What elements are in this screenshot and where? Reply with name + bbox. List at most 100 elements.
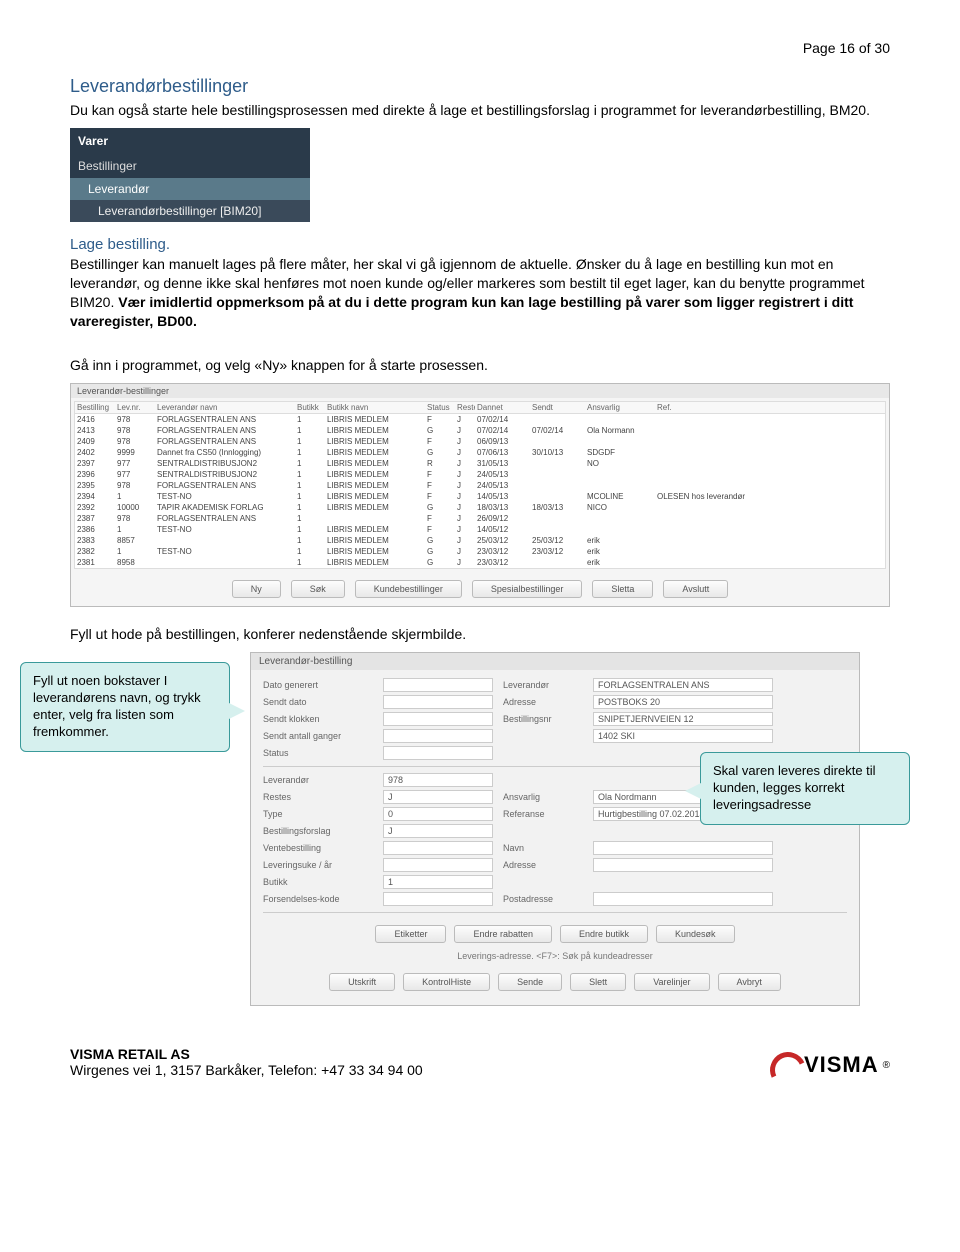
col-header: Dannet bbox=[475, 402, 530, 413]
form-value[interactable]: SNIPETJERNVEIEN 12 bbox=[593, 712, 773, 726]
form-title: Leverandør-bestilling bbox=[251, 653, 859, 670]
form-value[interactable] bbox=[593, 892, 773, 906]
order-form-screenshot: Leverandør-bestilling Dato generertLever… bbox=[250, 652, 860, 1006]
table-row[interactable]: 2409978FORLAGSENTRALEN ANS1LIBRIS MEDLEM… bbox=[75, 436, 885, 447]
col-header: Ref. bbox=[655, 402, 755, 413]
form-value[interactable]: FORLAGSENTRALEN ANS bbox=[593, 678, 773, 692]
form-label: Leveringsuke / år bbox=[263, 860, 373, 870]
table-title: Leverandør-bestillinger bbox=[71, 384, 889, 398]
footer-address: Wirgenes vei 1, 3157 Barkåker, Telefon: … bbox=[70, 1062, 423, 1078]
table-row[interactable]: 24029999Dannet fra CS50 (Innlogging)1LIB… bbox=[75, 447, 885, 458]
form-button[interactable]: Kundesøk bbox=[656, 925, 735, 943]
table-row[interactable]: 2416978FORLAGSENTRALEN ANS1LIBRIS MEDLEM… bbox=[75, 414, 885, 425]
nav-leverandor: Leverandør bbox=[70, 178, 310, 200]
nav-menu-screenshot: Varer Bestillinger Leverandør Leverandør… bbox=[70, 128, 310, 222]
form-button[interactable]: Endre rabatten bbox=[454, 925, 552, 943]
table-row[interactable]: 2396977SENTRALDISTRIBUSJON21LIBRIS MEDLE… bbox=[75, 469, 885, 480]
form-label: Type bbox=[263, 809, 373, 819]
form-button[interactable]: Varelinjer bbox=[634, 973, 709, 991]
table-button[interactable]: Kundebestillinger bbox=[355, 580, 462, 598]
col-header: Rester bbox=[455, 402, 475, 413]
form-value[interactable]: J bbox=[383, 790, 493, 804]
table-row[interactable]: 2395978FORLAGSENTRALEN ANS1LIBRIS MEDLEM… bbox=[75, 480, 885, 491]
form-label: Ansvarlig bbox=[503, 792, 583, 802]
table-row[interactable]: 23941TEST-NO1LIBRIS MEDLEMFJ14/05/13MCOL… bbox=[75, 491, 885, 502]
form-label: Forsendelses-kode bbox=[263, 894, 373, 904]
page-footer: VISMA RETAIL AS Wirgenes vei 1, 3157 Bar… bbox=[70, 1046, 890, 1078]
page-number: Page 16 of 30 bbox=[70, 40, 890, 56]
table-row[interactable]: 2413978FORLAGSENTRALEN ANS1LIBRIS MEDLEM… bbox=[75, 425, 885, 436]
form-value[interactable] bbox=[383, 892, 493, 906]
form-button[interactable]: Etiketter bbox=[375, 925, 446, 943]
table-button[interactable]: Søk bbox=[291, 580, 345, 598]
form-value[interactable] bbox=[383, 729, 493, 743]
intro-paragraph: Du kan også starte hele bestillingsprose… bbox=[70, 101, 890, 120]
form-label: Bestillingsnr bbox=[503, 714, 583, 724]
form-button[interactable]: Endre butikk bbox=[560, 925, 648, 943]
nav-varer: Varer bbox=[70, 128, 310, 154]
form-label: Referanse bbox=[503, 809, 583, 819]
col-header: Status bbox=[425, 402, 455, 413]
form-value[interactable]: 978 bbox=[383, 773, 493, 787]
table-row[interactable]: 238189581LIBRIS MEDLEMGJ23/03/12erik bbox=[75, 557, 885, 568]
form-label: Adresse bbox=[503, 860, 583, 870]
form-value[interactable] bbox=[383, 712, 493, 726]
form-value[interactable] bbox=[383, 841, 493, 855]
col-header: Butikk bbox=[295, 402, 325, 413]
form-value[interactable] bbox=[383, 858, 493, 872]
table-row[interactable]: 2387978FORLAGSENTRALEN ANS1FJ26/09/12 bbox=[75, 513, 885, 524]
form-value[interactable] bbox=[593, 858, 773, 872]
form-label: Leverandør bbox=[263, 775, 373, 785]
form-label: Restes bbox=[263, 792, 373, 802]
section-title: Leverandørbestillinger bbox=[70, 76, 890, 97]
table-row[interactable]: 23821TEST-NO1LIBRIS MEDLEMGJ23/03/1223/0… bbox=[75, 546, 885, 557]
form-button[interactable]: Sende bbox=[498, 973, 562, 991]
table-header: BestillingLev.nr.Leverandør navnButikkBu… bbox=[75, 402, 885, 414]
col-header: Leverandør navn bbox=[155, 402, 295, 413]
form-value[interactable]: J bbox=[383, 824, 493, 838]
table-button[interactable]: Avslutt bbox=[663, 580, 728, 598]
form-button[interactable]: Avbryt bbox=[718, 973, 781, 991]
form-button[interactable]: Slett bbox=[570, 973, 626, 991]
col-header: Sendt bbox=[530, 402, 585, 413]
orders-table-screenshot: Leverandør-bestillinger BestillingLev.nr… bbox=[70, 383, 890, 607]
table-button[interactable]: Ny bbox=[232, 580, 281, 598]
table-row[interactable]: 23861TEST-NO1LIBRIS MEDLEMFJ14/05/12 bbox=[75, 524, 885, 535]
form-label: Sendt antall ganger bbox=[263, 731, 373, 741]
form-label: Sendt klokken bbox=[263, 714, 373, 724]
form-label: Ventebestilling bbox=[263, 843, 373, 853]
form-label: Postadresse bbox=[503, 894, 583, 904]
form-value[interactable]: POSTBOKS 20 bbox=[593, 695, 773, 709]
form-label: Sendt dato bbox=[263, 697, 373, 707]
visma-logo: VISMA ® bbox=[770, 1052, 890, 1078]
form-value[interactable] bbox=[593, 841, 773, 855]
form-with-callouts: Fyll ut noen bokstaver I leverandørens n… bbox=[70, 652, 890, 1006]
form-label: Bestillingsforslag bbox=[263, 826, 373, 836]
form-label: Leverandør bbox=[503, 680, 583, 690]
table-button[interactable]: Sletta bbox=[592, 580, 653, 598]
col-header: Ansvarlig bbox=[585, 402, 655, 413]
form-value[interactable] bbox=[383, 695, 493, 709]
form-value[interactable] bbox=[383, 678, 493, 692]
logo-swirl-icon bbox=[770, 1052, 800, 1078]
table-button[interactable]: Spesialbestillinger bbox=[472, 580, 583, 598]
table-row[interactable]: 2397977SENTRALDISTRIBUSJON21LIBRIS MEDLE… bbox=[75, 458, 885, 469]
form-value[interactable] bbox=[383, 746, 493, 760]
col-header: Lev.nr. bbox=[115, 402, 155, 413]
lage-p1-bold: Vær imidlertid oppmerksom på at du i det… bbox=[70, 294, 853, 329]
callout-left: Fyll ut noen bokstaver I leverandørens n… bbox=[20, 662, 230, 752]
form-value[interactable]: 1402 SKI bbox=[593, 729, 773, 743]
table-row[interactable]: 239210000TAPIR AKADEMISK FORLAG1LIBRIS M… bbox=[75, 502, 885, 513]
form-button[interactable]: Utskrift bbox=[329, 973, 395, 991]
form-button[interactable]: KontrolHiste bbox=[403, 973, 490, 991]
form-value[interactable]: 1 bbox=[383, 875, 493, 889]
table-row[interactable]: 238388571LIBRIS MEDLEMGJ25/03/1225/03/12… bbox=[75, 535, 885, 546]
form-label: Butikk bbox=[263, 877, 373, 887]
col-header: Bestilling bbox=[75, 402, 115, 413]
form-value[interactable]: 0 bbox=[383, 807, 493, 821]
logo-registered: ® bbox=[883, 1060, 890, 1071]
callout-right: Skal varen leveres direkte til kunden, l… bbox=[700, 752, 910, 825]
logo-text: VISMA bbox=[804, 1052, 879, 1078]
footer-company: VISMA RETAIL AS bbox=[70, 1046, 423, 1062]
fyll-hode-text: Fyll ut hode på bestillingen, konferer n… bbox=[70, 625, 890, 644]
